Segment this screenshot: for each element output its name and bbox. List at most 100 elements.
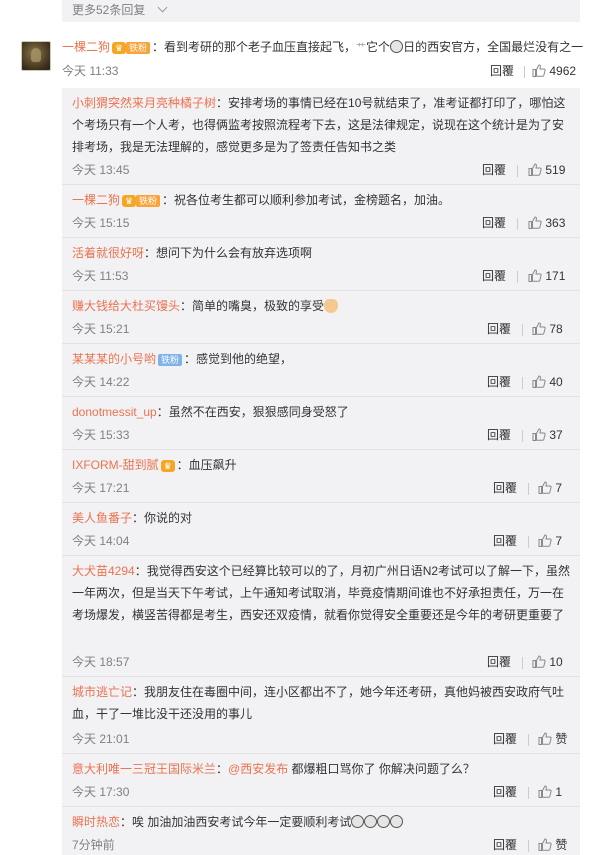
reply-item: 意大利唯一三冠王国际米兰：@西安发布 都爆粗口骂你了 你解决问题了么？ 今天 1… [62,754,580,807]
thumb-up-icon [538,785,552,799]
like-button[interactable]: 40 [532,372,563,392]
like-count: 赞 [555,732,568,746]
avatar[interactable] [21,41,51,71]
reply-item: 美人鱼番子：你说的对 今天 14:04 回覆 7 [62,503,580,556]
divider [528,483,529,495]
comment-time: 今天 11:33 [62,64,119,78]
like-button[interactable]: 4962 [532,61,576,81]
reply-username[interactable]: 瞬时热恋 [72,815,120,829]
reply-time: 今天 15:21 [72,322,130,336]
reply-button[interactable]: 回覆 [493,729,517,749]
chevron-down-icon [157,2,168,13]
reply-item: IXFORM-甜到腻 ♛ ：血压飙升 今天 17:21 回覆 7 [62,450,580,503]
reply-item: 城市逃亡记：我朋友住在毒圈中间，连小区都出不了，她今年还考研，真他妈被西安政府气… [62,677,580,754]
like-button[interactable]: 1 [538,782,562,802]
thumb-up-icon [528,216,542,230]
reply-button[interactable]: 回覆 [487,425,511,445]
more-replies-button[interactable]: 更多52条回复 [62,0,580,22]
censored-icon: 艹 [356,43,367,54]
member-badges: ♛ [160,454,175,476]
comment-text-b: 它个 [366,40,391,54]
thumb-up-icon [538,838,552,852]
thumb-up-icon [532,64,546,78]
reply-username[interactable]: 意大利唯一三冠王国际米兰 [72,762,216,776]
like-button[interactable]: 519 [528,160,565,180]
reply-text-pre: ： [216,762,229,776]
reply-button[interactable]: 回覆 [482,266,506,286]
divider [528,840,529,852]
member-badges: 铁粉 [158,348,183,370]
divider [522,657,523,669]
like-button[interactable]: 赞 [538,835,567,855]
reply-button[interactable]: 回覆 [482,160,506,180]
reply-text: ：感觉到他的绝望， [184,352,293,366]
reply-button[interactable]: 回覆 [482,213,506,233]
divider [517,165,518,177]
reply-item: 大犬苗4294：我觉得西安这个已经算比较可以的了，月初广州日语N2考试可以了解一… [62,556,580,677]
reply-button[interactable]: 回覆 [493,478,517,498]
reply-button[interactable]: 回覆 [493,835,517,855]
emoji-icon [377,815,391,829]
divider [517,271,518,283]
reply-button[interactable]: 回覆 [493,782,517,802]
more-replies-label: 更多52条回复 [72,3,146,17]
reply-item: 某某某的小号哟 铁粉 ：感觉到他的绝望， 今天 14:22 回覆 40 [62,344,580,397]
reply-username[interactable]: 城市逃亡记 [72,685,132,699]
reply-item: 活着就很好呀：想问下为什么会有放弃选项啊 今天 11:53 回覆 171 [62,238,580,291]
reply-button[interactable]: 回覆 [490,61,514,81]
like-button[interactable]: 7 [538,531,562,551]
like-count: 赞 [555,838,568,852]
reply-username[interactable]: IXFORM-甜到腻 [72,458,159,472]
reply-username[interactable]: 一棵二狗 [72,193,120,207]
reply-button[interactable]: 回覆 [487,652,511,672]
like-count: 37 [549,428,563,442]
reply-text: ：想问下为什么会有放弃选项啊 [144,246,313,260]
like-button[interactable]: 78 [532,319,563,339]
like-button[interactable]: 363 [528,213,565,233]
divider [528,536,529,548]
reply-time: 今天 18:57 [72,655,130,669]
thumb-up-icon [532,428,546,442]
fan-badge: 铁粉 [126,41,151,54]
mention-link[interactable]: @西安发布 [228,762,288,776]
reply-username[interactable]: 活着就很好呀 [72,246,144,260]
reply-username[interactable]: 大犬苗4294 [72,564,135,578]
reply-item: donotmessit_up：虽然不在西安，狠狠感同身受怒了 今天 15:33 … [62,397,580,450]
reply-item: 瞬时热恋：唉 加油加油西安考试今年一定要顺利考试 7分钟前 回覆 赞 [62,807,580,855]
reply-text: ：我觉得西安这个已经算比较可以的了，月初广州日语N2考试可以了解一下，虽然一年两… [72,564,571,622]
like-button[interactable]: 10 [532,652,563,672]
reply-text: ：虽然不在西安，狠狠感同身受怒了 [156,405,349,419]
reply-item: 赚大钱给大杜买馒头：简单的嘴臭，极致的享受 今天 15:21 回覆 78 [62,291,580,344]
emoji-icon [364,815,378,829]
like-button[interactable]: 赞 [538,729,567,749]
reply-time: 今天 17:30 [72,785,130,799]
emoji-icon [390,815,404,829]
reply-username[interactable]: 某某某的小号哟 [72,352,156,366]
divider [528,734,529,746]
like-button[interactable]: 37 [532,425,563,445]
like-button[interactable]: 171 [528,266,565,286]
member-badges: ♛ 铁粉 [122,189,161,211]
comment-username[interactable]: 一棵二狗 [62,40,110,54]
like-count: 7 [555,481,563,495]
thumb-up-icon [528,163,542,177]
thumb-up-icon [538,534,552,548]
thumb-up-icon [532,322,546,336]
like-button[interactable]: 7 [538,478,562,498]
reply-username[interactable]: donotmessit_up [72,405,157,419]
reply-username[interactable]: 赚大钱给大杜买馒头 [72,299,180,313]
reply-username[interactable]: 美人鱼番子 [72,511,132,525]
reply-button[interactable]: 回覆 [493,531,517,551]
like-count: 519 [545,163,566,177]
reply-button[interactable]: 回覆 [487,319,511,339]
reply-button[interactable]: 回覆 [487,372,511,392]
emoji-icon [351,815,365,829]
reply-item: 一棵二狗 ♛ 铁粉 ：祝各位考生都可以顺利参加考试，金榜题名，加油。 今天 15:15… [62,185,580,238]
reply-time: 今天 17:21 [72,481,130,495]
like-count: 10 [549,655,563,669]
divider [517,218,518,230]
reply-time: 今天 11:53 [72,269,129,283]
reply-time: 今天 15:33 [72,428,130,442]
comment-text-c: 日的西安官方，全国最烂没有之一 [403,40,584,54]
reply-username[interactable]: 小刺猬突然来月亮种橘子树 [72,96,216,110]
